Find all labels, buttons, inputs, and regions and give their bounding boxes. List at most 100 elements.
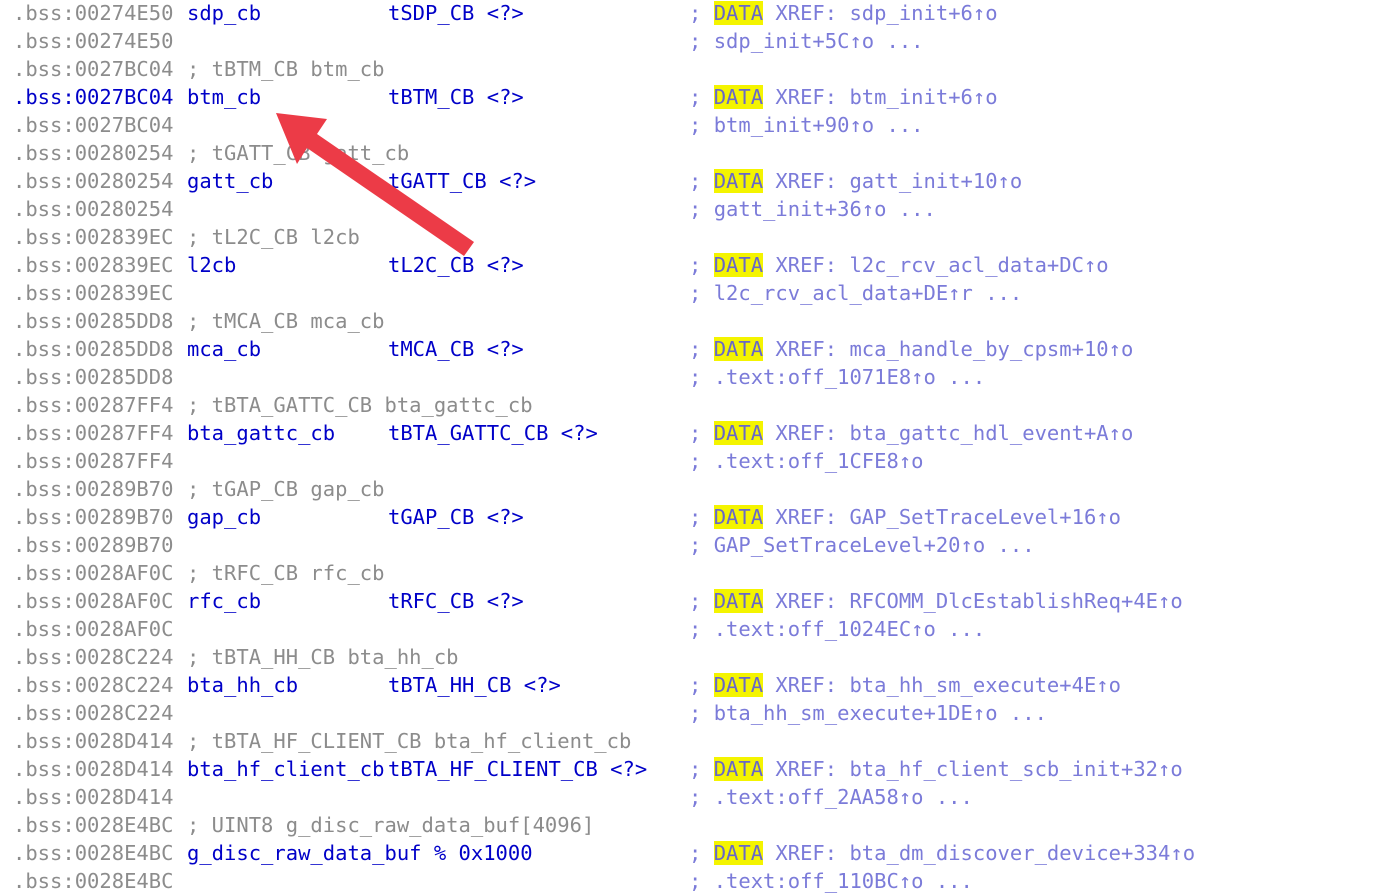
listing-line[interactable]: .bss:0028AF0C rfc_cb tRFC_CB <?> ; DATA XRE…	[13, 587, 1394, 615]
xref-comment[interactable]: ; l2c_rcv_acl_data+DE↑r ...	[689, 279, 1022, 307]
line-address[interactable]: .bss:00287FF4	[13, 391, 173, 419]
line-address[interactable]: .bss:0027BC04	[13, 111, 173, 139]
listing-line[interactable]: .bss:0027BC04 ; tBTM_CB btm_cb	[13, 55, 1394, 83]
listing-line[interactable]: .bss:00280254 gatt_cb tGATT_CB <?> ; DATA X…	[13, 167, 1394, 195]
xref-comment[interactable]: ; .text:off_1CFE8↑o	[689, 447, 924, 475]
listing-line[interactable]: .bss:00285DD8 ; tMCA_CB mca_cb	[13, 307, 1394, 335]
symbol-name[interactable]: l2cb	[187, 251, 236, 279]
line-address[interactable]: .bss:0028D414	[13, 727, 173, 755]
listing-line[interactable]: .bss:0028AF0C ; .text:off_1024EC↑o ...	[13, 615, 1394, 643]
line-address[interactable]: .bss:00280254	[13, 167, 173, 195]
xref-comment[interactable]: ; DATA XREF: bta_hf_client_scb_init+32↑o	[689, 755, 1183, 783]
xref-comment[interactable]: ; DATA XREF: btm_init+6↑o	[689, 83, 998, 111]
listing-line[interactable]: .bss:0028C224 ; bta_hh_sm_execute+1DE↑o .…	[13, 699, 1394, 727]
symbol-name[interactable]: btm_cb	[187, 83, 261, 111]
xref-comment[interactable]: ; .text:off_110BC↑o ...	[689, 867, 973, 895]
xref-comment[interactable]: ; bta_hh_sm_execute+1DE↑o ...	[689, 699, 1047, 727]
xref-text[interactable]: .text:off_110BC↑o ...	[714, 869, 973, 893]
listing-line[interactable]: .bss:00289B70 ; GAP_SetTraceLevel+20↑o ..…	[13, 531, 1394, 559]
line-address[interactable]: .bss:002839EC	[13, 279, 173, 307]
symbol-type[interactable]: tGAP_CB <?>	[388, 503, 524, 531]
listing-line[interactable]: .bss:0028E4BC ; .text:off_110BC↑o ...	[13, 867, 1394, 895]
line-address[interactable]: .bss:00289B70	[13, 503, 173, 531]
xref-comment[interactable]: ; DATA XREF: bta_hh_sm_execute+4E↑o	[689, 671, 1121, 699]
xref-text[interactable]: .text:off_1024EC↑o ...	[714, 617, 986, 641]
line-address[interactable]: .bss:00285DD8	[13, 307, 173, 335]
listing-line[interactable]: .bss:0028D414 ; .text:off_2AA58↑o ...	[13, 783, 1394, 811]
listing-line[interactable]: .bss:00287FF4 ; tBTA_GATTC_CB bta_gattc_c…	[13, 391, 1394, 419]
xref-text[interactable]: .text:off_1CFE8↑o	[714, 449, 924, 473]
listing-line[interactable]: .bss:00274E50 sdp_cb tSDP_CB <?> ; DATA XRE…	[13, 0, 1394, 27]
line-address[interactable]: .bss:0028D414	[13, 755, 173, 783]
disassembly-listing[interactable]: .bss:00274E50 sdp_cb tSDP_CB <?> ; DATA XRE…	[13, 0, 1394, 895]
listing-line[interactable]: .bss:00274E50 ; sdp_init+5C↑o ...	[13, 27, 1394, 55]
line-address[interactable]: .bss:002839EC	[13, 251, 173, 279]
listing-line[interactable]: .bss:002839EC ; tL2C_CB l2cb	[13, 223, 1394, 251]
xref-comment[interactable]: ; DATA XREF: gatt_init+10↑o	[689, 167, 1022, 195]
line-address[interactable]: .bss:00274E50	[13, 0, 173, 27]
listing-line[interactable]: .bss:002839EC l2cb tL2C_CB <?> ; DATA XREF:…	[13, 251, 1394, 279]
listing-line[interactable]: .bss:00289B70 ; tGAP_CB gap_cb	[13, 475, 1394, 503]
xref-text[interactable]: .text:off_1071E8↑o ...	[714, 365, 986, 389]
line-address[interactable]: .bss:00285DD8	[13, 363, 173, 391]
symbol-name[interactable]: rfc_cb	[187, 587, 261, 615]
line-address[interactable]: .bss:002839EC	[13, 223, 173, 251]
xref-text[interactable]: XREF: l2c_rcv_acl_data+DC↑o	[763, 253, 1108, 277]
xref-comment[interactable]: ; DATA XREF: GAP_SetTraceLevel+16↑o	[689, 503, 1121, 531]
line-address[interactable]: .bss:00274E50	[13, 27, 173, 55]
listing-line[interactable]: .bss:0027BC04 btm_cb tBTM_CB <?> ; DATA XRE…	[13, 83, 1394, 111]
symbol-type[interactable]: tMCA_CB <?>	[388, 335, 524, 363]
symbol-type[interactable]: tBTA_HF_CLIENT_CB <?>	[388, 755, 647, 783]
line-address[interactable]: .bss:0028C224	[13, 699, 173, 727]
line-address[interactable]: .bss:0028C224	[13, 643, 173, 671]
line-address[interactable]: .bss:00289B70	[13, 531, 173, 559]
symbol-type[interactable]: tBTA_GATTC_CB <?>	[388, 419, 598, 447]
xref-text[interactable]: l2c_rcv_acl_data+DE↑r ...	[714, 281, 1023, 305]
symbol-name[interactable]: sdp_cb	[187, 0, 261, 27]
line-address[interactable]: .bss:0027BC04	[13, 83, 173, 111]
line-address[interactable]: .bss:00287FF4	[13, 447, 173, 475]
line-address[interactable]: .bss:00287FF4	[13, 419, 173, 447]
symbol-type[interactable]: tBTM_CB <?>	[388, 83, 524, 111]
symbol-name[interactable]: bta_hh_cb	[187, 671, 298, 699]
xref-text[interactable]: gatt_init+36↑o ...	[714, 197, 936, 221]
xref-text[interactable]: bta_hh_sm_execute+1DE↑o ...	[714, 701, 1047, 725]
symbol-type[interactable]: tGATT_CB <?>	[388, 167, 536, 195]
xref-text[interactable]: XREF: bta_dm_discover_device+334↑o	[763, 841, 1195, 865]
listing-line[interactable]: .bss:00280254 ; gatt_init+36↑o ...	[13, 195, 1394, 223]
symbol-name[interactable]: bta_hf_client_cb	[187, 755, 384, 783]
xref-comment[interactable]: ; DATA XREF: sdp_init+6↑o	[689, 0, 998, 27]
symbol-type[interactable]: tRFC_CB <?>	[388, 587, 524, 615]
line-address[interactable]: .bss:00285DD8	[13, 335, 173, 363]
xref-text[interactable]: XREF: RFCOMM_DlcEstablishReq+4E↑o	[763, 589, 1182, 613]
listing-line[interactable]: .bss:0028C224 bta_hh_cb tBTA_HH_CB <?> ; DA…	[13, 671, 1394, 699]
listing-line[interactable]: .bss:0028D414 ; tBTA_HF_CLIENT_CB bta_hf_…	[13, 727, 1394, 755]
xref-comment[interactable]: ; DATA XREF: RFCOMM_DlcEstablishReq+4E↑o	[689, 587, 1183, 615]
listing-line[interactable]: .bss:0028E4BC g_disc_raw_data_buf % 0x100…	[13, 839, 1394, 867]
symbol-type[interactable]: tL2C_CB <?>	[388, 251, 524, 279]
symbol-type[interactable]: tBTA_HH_CB <?>	[388, 671, 561, 699]
line-address[interactable]: .bss:0028E4BC	[13, 867, 173, 895]
symbol-name[interactable]: gap_cb	[187, 503, 261, 531]
line-address[interactable]: .bss:0028E4BC	[13, 811, 173, 839]
xref-comment[interactable]: ; sdp_init+5C↑o ...	[689, 27, 924, 55]
xref-comment[interactable]: ; gatt_init+36↑o ...	[689, 195, 936, 223]
symbol-name[interactable]: g_disc_raw_data_buf % 0x1000	[187, 839, 533, 867]
xref-text[interactable]: XREF: mca_handle_by_cpsm+10↑o	[763, 337, 1133, 361]
xref-text[interactable]: GAP_SetTraceLevel+20↑o ...	[714, 533, 1035, 557]
listing-line[interactable]: .bss:00289B70 gap_cb tGAP_CB <?> ; DATA XRE…	[13, 503, 1394, 531]
xref-text[interactable]: .text:off_2AA58↑o ...	[714, 785, 973, 809]
line-address[interactable]: .bss:00280254	[13, 139, 173, 167]
line-address[interactable]: .bss:0028D414	[13, 783, 173, 811]
listing-line[interactable]: .bss:0028E4BC ; UINT8 g_disc_raw_data_buf…	[13, 811, 1394, 839]
line-address[interactable]: .bss:0028E4BC	[13, 839, 173, 867]
xref-text[interactable]: XREF: btm_init+6↑o	[763, 85, 997, 109]
xref-comment[interactable]: ; DATA XREF: mca_handle_by_cpsm+10↑o	[689, 335, 1133, 363]
symbol-name[interactable]: bta_gattc_cb	[187, 419, 335, 447]
line-address[interactable]: .bss:0028AF0C	[13, 587, 173, 615]
line-address[interactable]: .bss:00289B70	[13, 475, 173, 503]
xref-comment[interactable]: ; .text:off_1071E8↑o ...	[689, 363, 985, 391]
listing-line[interactable]: .bss:0028D414 bta_hf_client_cb tBTA_HF_CLI…	[13, 755, 1394, 783]
listing-line[interactable]: .bss:00285DD8 mca_cb tMCA_CB <?> ; DATA XRE…	[13, 335, 1394, 363]
listing-line[interactable]: .bss:0028C224 ; tBTA_HH_CB bta_hh_cb	[13, 643, 1394, 671]
